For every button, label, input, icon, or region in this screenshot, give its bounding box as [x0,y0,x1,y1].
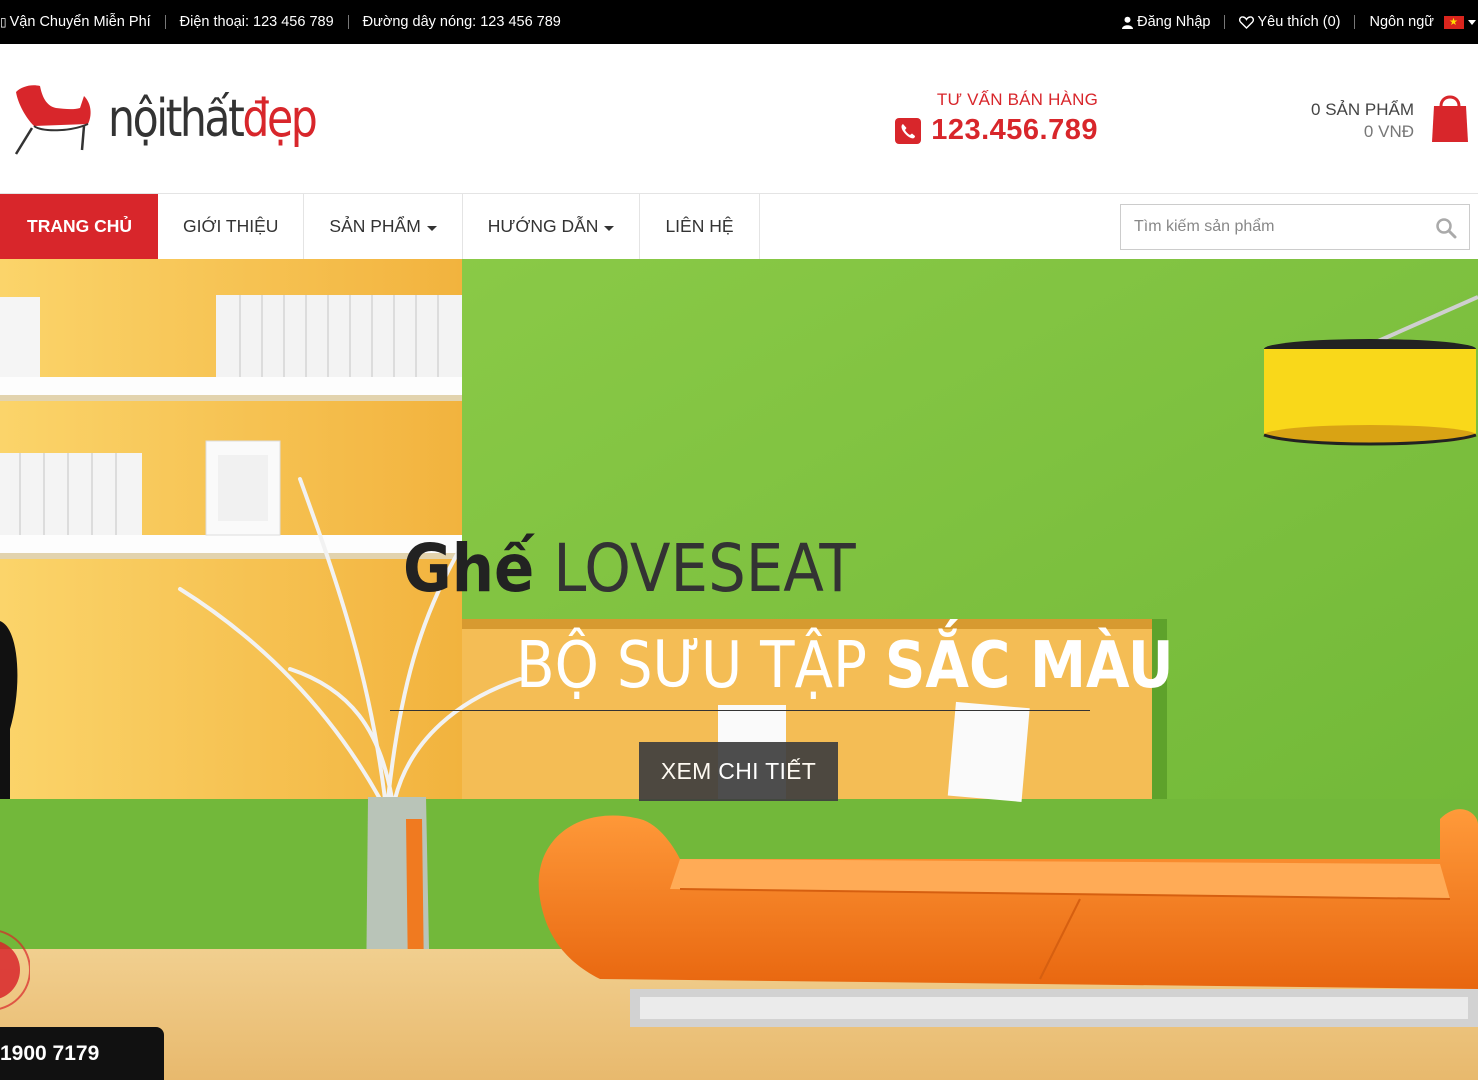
logo-text-red: đẹp [242,89,317,149]
cart-total: 0 VNĐ [1363,122,1414,141]
slide-title: Ghế LOVESEAT [403,529,856,609]
shopping-bag-icon[interactable] [1430,90,1470,144]
language-selector[interactable]: Ngôn ngữ [1369,14,1476,30]
hotline-label: TƯ VẤN BÁN HÀNG [936,90,1098,109]
wishlist-link[interactable]: Yêu thích (0) [1239,14,1340,30]
nav-label: SẢN PHẨM [329,216,421,236]
login-label: Đăng Nhập [1137,14,1211,30]
divider [1224,15,1226,29]
call-now-icon[interactable] [0,920,30,1020]
logo-wordmark: nộithấtđẹp [108,84,318,154]
nav-item-guide[interactable]: HƯỚNG DẪN [463,194,641,259]
floating-phone-bar[interactable]: 1900 7179 [0,1027,164,1080]
nav-item-contact[interactable]: LIÊN HỆ [640,194,760,259]
slide-subtitle-thin: BỘ SƯU TẬP [516,629,867,703]
vietnam-flag-icon [1444,15,1464,29]
hotline-number[interactable]: 123.456.789 [931,114,1098,147]
divider [1354,15,1356,29]
wishlist-label: Yêu thích (0) [1257,14,1341,30]
nav-menu: TRANG CHỦ GIỚI THIỆU SẢN PHẨM HƯỚNG DẪN … [0,194,760,259]
slide-subtitle-bold: SẮC MÀU [884,629,1174,703]
main-nav: TRANG CHỦ GIỚI THIỆU SẢN PHẨM HƯỚNG DẪN … [0,194,1478,259]
chevron-down-icon [604,225,615,231]
search-icon[interactable] [1435,217,1457,239]
view-details-button[interactable]: XEM CHI TIẾT [639,742,838,801]
heart-icon [1239,15,1255,29]
chevron-down-icon [426,225,437,231]
site-logo[interactable]: nộithấtđẹp [8,76,338,166]
top-bar-right: Đăng Nhập Yêu thích (0) Ngôn ngữ [1121,0,1478,44]
shipping-text: Vận Chuyển Miễn Phí [9,14,151,30]
chair-logo-icon [14,85,91,155]
nav-item-about[interactable]: GIỚI THIỆU [158,194,305,259]
login-link[interactable]: Đăng Nhập [1121,14,1210,30]
sales-hotline: TƯ VẤN BÁN HÀNG 123.456.789 [895,90,1098,147]
phone-square-icon[interactable] [895,117,922,144]
nav-label: HƯỚNG DẪN [487,216,599,236]
shipping-info: ▯ Vận Chuyển Miễn Phí [0,14,151,30]
cart-summary[interactable]: 0 SẢN PHẨM 0 VNĐ [1311,100,1414,142]
slide-divider [390,710,1090,711]
hotline-info: Đường dây nóng: 123 456 789 [362,14,561,30]
slide-subtitle: BỘ SƯU TẬP SẮC MÀU [516,629,1174,703]
search-box [1120,204,1470,250]
divider [164,15,166,29]
divider [347,15,349,29]
user-icon [1122,16,1134,29]
nav-label: GIỚI THIỆU [183,216,279,236]
cart-count: 0 SẢN PHẨM [1311,100,1414,119]
slide-title-bold: Ghế [403,530,535,607]
nav-label: TRANG CHỦ [27,216,132,236]
language-label: Ngôn ngữ [1369,14,1434,30]
nav-label: LIÊN HỆ [665,216,734,236]
chevron-down-icon [1468,19,1476,25]
truck-icon: ▯ [0,15,7,29]
nav-item-products[interactable]: SẢN PHẨM [304,194,463,259]
top-bar-left: ▯ Vận Chuyển Miễn Phí Điện thoại: 123 45… [0,0,561,44]
phone-info: Điện thoại: 123 456 789 [179,14,334,30]
top-bar: ▯ Vận Chuyển Miễn Phí Điện thoại: 123 45… [0,0,1478,44]
floating-phone-number: 1900 7179 [0,1041,100,1065]
nav-item-home[interactable]: TRANG CHỦ [0,194,158,259]
site-header: nộithấtđẹp TƯ VẤN BÁN HÀNG 123.456.789 0… [0,44,1478,194]
search-input[interactable] [1121,205,1421,249]
hotline-row: 123.456.789 [895,114,1098,147]
logo-text-dark: nộithất [108,89,245,149]
hero-slider[interactable]: Ghế LOVESEAT BỘ SƯU TẬP SẮC MÀU XEM CHI … [0,259,1478,1080]
slide-title-thin: LOVESEAT [553,530,856,607]
